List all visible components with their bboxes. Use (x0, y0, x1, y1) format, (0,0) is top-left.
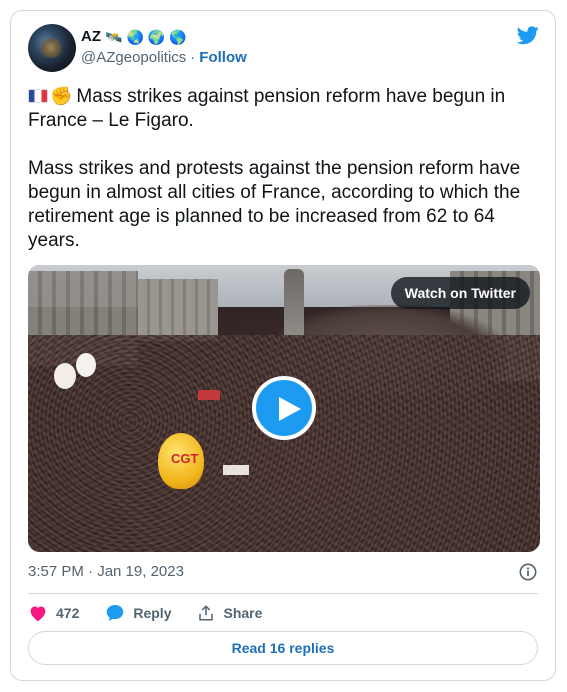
france-flag-icon (28, 89, 48, 103)
video-crowd-texture (28, 335, 540, 552)
tweet-text: ✊ Mass strikes against pension reform hav… (28, 84, 543, 253)
info-icon[interactable] (519, 563, 537, 581)
heart-icon (30, 605, 46, 621)
raised-fist-emoji: ✊ (50, 86, 73, 106)
author-name-row: AZ 🛰️ 🌏 🌍 🌎 (81, 28, 187, 45)
share-label: Share (223, 604, 263, 621)
video-balloon (54, 363, 76, 389)
author-display-name[interactable]: AZ (81, 28, 101, 45)
tweet-video[interactable]: CGT Watch on Twitter (28, 265, 540, 552)
globe-europe-emoji: 🌍 (147, 28, 166, 45)
watch-on-twitter-button[interactable]: Watch on Twitter (390, 277, 530, 309)
video-tent (223, 465, 249, 475)
tweet-card: AZ 🛰️ 🌏 🌍 🌎 @AZgeopolitics · Follow ✊ Mas… (10, 10, 556, 681)
twitter-bird-icon[interactable] (515, 24, 541, 46)
globe-asia-emoji: 🌏 (126, 28, 144, 45)
read-replies-button[interactable]: Read 16 replies (28, 631, 538, 665)
video-monument (284, 269, 304, 337)
handle-separator: · (190, 49, 196, 66)
tweet-body: Mass strikes against pension reform have… (28, 86, 521, 251)
video-balloon-text: CGT (171, 451, 199, 466)
divider (28, 593, 538, 594)
video-tent (198, 390, 220, 400)
follow-button[interactable]: Follow (199, 49, 247, 66)
reply-button[interactable]: Reply (105, 603, 171, 622)
satellite-emoji: 🛰️ (105, 28, 123, 45)
reply-bubble-icon (107, 605, 124, 621)
tweet-timestamp[interactable]: 3:57 PM · Jan 19, 2023 (28, 563, 184, 580)
play-button[interactable] (252, 376, 316, 440)
author-avatar[interactable] (28, 24, 76, 72)
share-button[interactable]: Share (197, 604, 262, 622)
play-icon (279, 397, 301, 421)
reply-label: Reply (133, 604, 172, 621)
share-icon (199, 604, 214, 620)
like-button[interactable]: 472 (28, 604, 79, 622)
video-building (138, 279, 218, 341)
like-count: 472 (56, 604, 80, 621)
video-balloon (76, 353, 96, 377)
author-handle[interactable]: @AZgeopolitics (81, 49, 186, 66)
tweet-actions: 472 Reply Share (28, 603, 288, 622)
globe-americas-emoji: 🌎 (169, 28, 187, 45)
author-handle-row: @AZgeopolitics · Follow (81, 49, 247, 66)
